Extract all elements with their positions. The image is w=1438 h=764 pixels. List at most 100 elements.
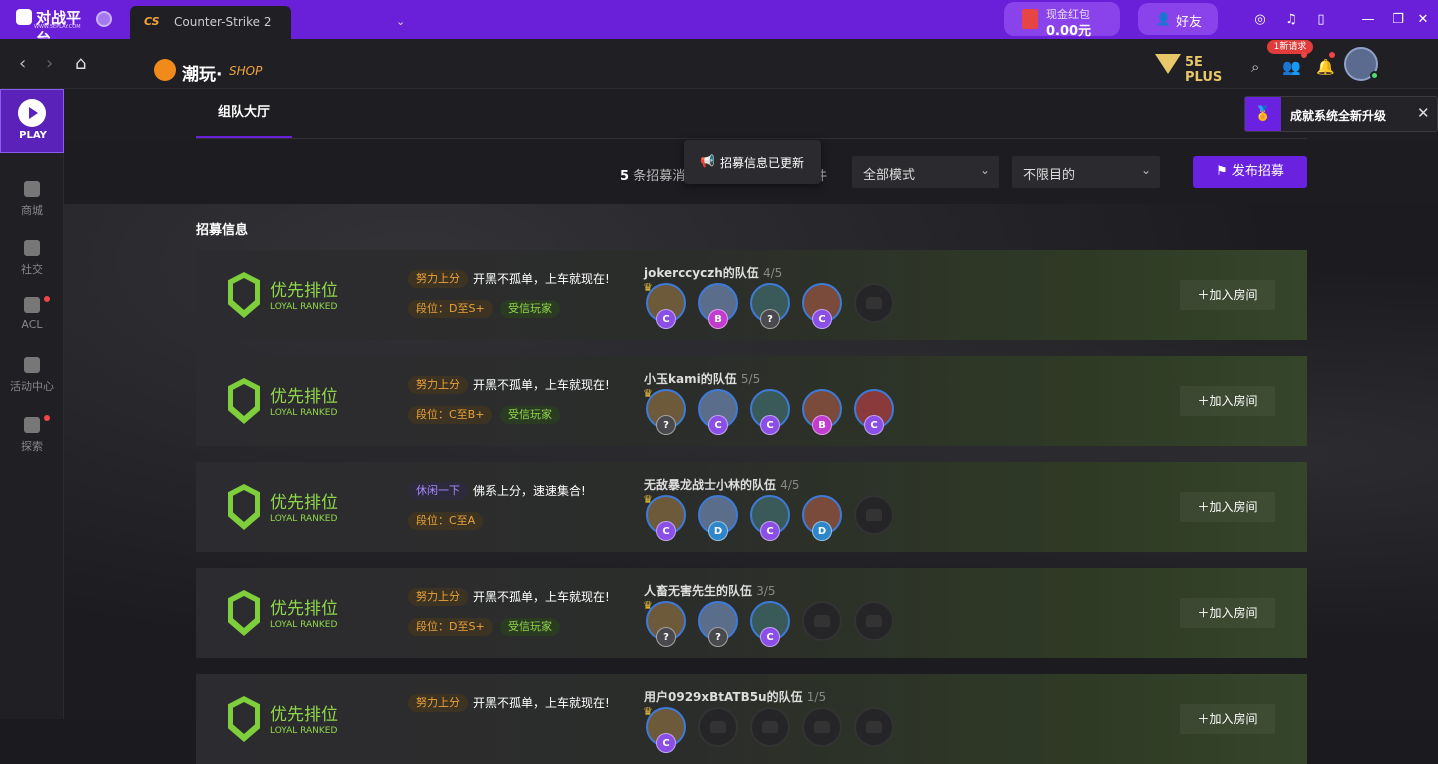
rank-badge-icon: B <box>708 309 728 329</box>
close-icon[interactable]: ✕ <box>1414 11 1432 29</box>
app-logo[interactable]: 对战平台 WWW.5EPLAY.COM <box>16 7 90 48</box>
rank-badge-icon: ? <box>656 415 676 435</box>
sidebar-item-shop[interactable]: 商城 <box>0 181 64 227</box>
rank-badge-icon: C <box>656 521 676 541</box>
rank-badge-icon: C <box>708 415 728 435</box>
5e-plus-button[interactable]: 5E PLUS <box>1155 52 1241 85</box>
rank-badge-icon: C <box>656 733 676 753</box>
join-room-label: 加入房间 <box>1209 500 1258 514</box>
minimize-icon[interactable]: — <box>1359 11 1377 29</box>
my-avatar[interactable] <box>1344 47 1379 81</box>
rank-badge-icon: C <box>760 415 780 435</box>
home-icon[interactable]: ⌂ <box>75 53 86 74</box>
friend-request-icon[interactable]: 👥 <box>1282 58 1301 76</box>
mode-subtitle: LOYAL RANKED <box>270 726 338 736</box>
trust-tag: 受信玩家 <box>500 300 560 318</box>
tab-team-hall[interactable]: 组队大厅 <box>196 89 292 139</box>
recruit-count-number: 5 <box>620 169 630 184</box>
sidebar-item-label: 探索 <box>21 440 43 453</box>
recruit-card: 优先排位 LOYAL RANKED 休闲一下 佛系上分，速速集合! 段位：C至A 无敌暴龙… <box>196 462 1307 552</box>
purpose-tag: 努力上分 <box>408 376 468 394</box>
target-icon[interactable]: ◎ <box>1251 11 1269 29</box>
bag-icon <box>24 181 40 197</box>
sidebar-item-explore[interactable]: 探索 <box>0 417 64 463</box>
rank-badge-icon: C <box>864 415 884 435</box>
refresh-icon[interactable] <box>96 11 112 27</box>
phone-icon[interactable]: ▯ <box>1312 11 1330 29</box>
team-name: jokerccyczh的队伍 4/5 <box>644 264 782 281</box>
notice-text: 成就系统全新升级 <box>1290 109 1387 123</box>
rank-tag: 段位：C至A <box>408 512 484 530</box>
loyal-cs-badge-icon <box>228 272 260 318</box>
close-icon[interactable]: ✕ <box>1417 104 1430 122</box>
recruit-card: 优先排位 LOYAL RANKED 努力上分 开黑不孤单，上车就现在! 用户0929xB… <box>196 674 1307 764</box>
plus-label: 5E PLUS <box>1185 55 1223 85</box>
red-packet-button[interactable]: 现金红包 0.00元 <box>1004 2 1120 39</box>
empty-slot <box>854 495 894 535</box>
purpose-tag: 努力上分 <box>408 270 468 288</box>
team-name-text: 无敌暴龙战士小林的队伍 <box>644 478 777 492</box>
empty-slot <box>802 601 842 641</box>
gift-icon <box>24 357 40 373</box>
bell-dot <box>1329 52 1335 58</box>
rank-badge-icon: ? <box>760 309 780 329</box>
medal-icon: 🏅 <box>1245 97 1281 131</box>
back-icon[interactable]: ‹ <box>19 53 26 74</box>
game-tab-label: Counter-Strike 2 <box>174 15 272 29</box>
game-selector-tab[interactable]: CS Counter-Strike 2 ⌄ <box>130 6 405 39</box>
sidebar-item-events[interactable]: 活动中心 <box>0 357 64 403</box>
sidebar-item-social[interactable]: 社交 <box>0 240 64 286</box>
team-count: 4/5 <box>762 266 783 280</box>
purpose-select[interactable]: 不限目的 ⌄ <box>1012 156 1160 188</box>
join-room-button[interactable]: ＋加入房间 <box>1180 386 1275 416</box>
join-room-label: 加入房间 <box>1209 712 1258 726</box>
section-title: 招募信息 <box>196 223 249 238</box>
tab-divider <box>196 138 1307 139</box>
purpose-tag: 努力上分 <box>408 694 468 712</box>
loyal-cs-badge-icon <box>228 590 260 636</box>
team-count: 3/5 <box>756 584 776 598</box>
acl-dot <box>44 296 50 302</box>
sidebar-item-label: 商城 <box>21 204 43 217</box>
mode-subtitle: LOYAL RANKED <box>270 514 338 524</box>
achievement-notice[interactable]: 🏅 成就系统全新升级 ✕ <box>1244 96 1438 132</box>
chevron-down-icon: ⌄ <box>979 163 990 177</box>
team-name: 无敌暴龙战士小林的队伍 4/5 <box>644 476 800 493</box>
sidebar-item-acl[interactable]: ACL <box>0 297 64 343</box>
purpose-tag: 努力上分 <box>408 588 468 606</box>
slogan: 开黑不孤单，上车就现在! <box>473 696 610 710</box>
join-room-button[interactable]: ＋加入房间 <box>1180 704 1275 734</box>
shop-logo-text: 潮玩· <box>182 65 223 85</box>
mode-select[interactable]: 全部模式 ⌄ <box>852 156 999 188</box>
join-room-button[interactable]: ＋加入房间 <box>1180 280 1275 310</box>
friends-button[interactable]: 👤 好友 <box>1138 3 1218 35</box>
recruit-card: 优先排位 LOYAL RANKED 努力上分 开黑不孤单，上车就现在! 段位：D至S+ 受… <box>196 250 1307 340</box>
request-dot <box>1301 52 1307 58</box>
rank-badge-icon: C <box>656 309 676 329</box>
publish-button[interactable]: ⚑ 发布招募 <box>1193 156 1307 188</box>
join-room-button[interactable]: ＋加入房间 <box>1180 492 1275 522</box>
acl-icon <box>24 297 40 313</box>
search-icon[interactable]: ⌕ <box>1251 58 1259 76</box>
mode-subtitle: LOYAL RANKED <box>270 302 338 312</box>
mode-subtitle: LOYAL RANKED <box>270 620 338 630</box>
join-room-button[interactable]: ＋加入房间 <box>1180 598 1275 628</box>
loyal-cs-badge-icon <box>228 696 260 742</box>
online-status-dot <box>1370 71 1379 80</box>
rank-badge-icon: D <box>708 521 728 541</box>
team-name-text: 用户0929xBtATB5u的队伍 <box>644 690 803 704</box>
red-envelope-icon <box>1022 9 1038 29</box>
restore-icon[interactable]: ❐ <box>1389 11 1407 29</box>
chat-icon <box>24 240 40 256</box>
team-count: 1/5 <box>806 690 827 704</box>
join-room-label: 加入房间 <box>1209 288 1258 302</box>
tooltip-text: 招募信息已更新 <box>720 156 805 170</box>
user-icon: 👤 <box>1156 12 1171 26</box>
headset-icon[interactable]: ♫ <box>1282 11 1300 29</box>
play-button[interactable]: PLAY <box>0 89 64 153</box>
play-icon <box>18 99 46 127</box>
forward-icon[interactable]: › <box>46 53 53 74</box>
bell-icon[interactable]: 🔔 <box>1316 58 1335 76</box>
shop-mascot-icon <box>154 59 176 81</box>
empty-slot <box>854 601 894 641</box>
